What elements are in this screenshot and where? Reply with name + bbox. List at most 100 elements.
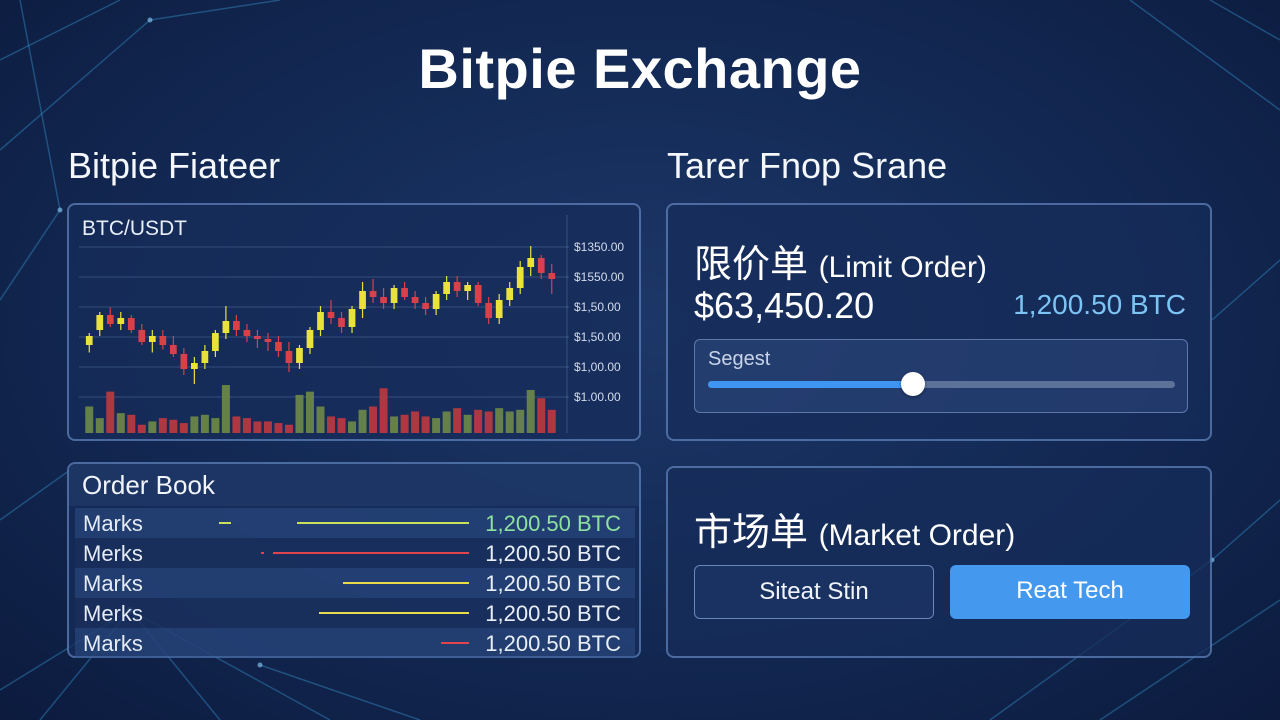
limit-order-panel: 限价单 (Limit Order) $63,450.20 1,200.50 BT… xyxy=(666,203,1212,441)
amount-slider[interactable] xyxy=(708,372,1175,396)
market-order-title: 市场单 (Market Order) xyxy=(694,501,1015,556)
volume-bar xyxy=(85,406,94,433)
order-book-depth-bar xyxy=(319,612,469,614)
market-order-panel: 市场单 (Market Order) Siteat Stin Reat Tech xyxy=(666,466,1212,658)
candle-body xyxy=(348,309,356,327)
order-book-row-quantity: 1,200.50 BTC xyxy=(485,541,621,566)
candle-body xyxy=(464,285,472,291)
volume-bar xyxy=(516,409,525,433)
order-book-rows: Marks 1,200.50 BTC Merks 1,200.50 BTC Ma… xyxy=(75,508,635,658)
volume-bar xyxy=(316,406,325,433)
secondary-order-button[interactable]: Siteat Stin xyxy=(694,565,934,619)
candle-body xyxy=(432,294,440,309)
candle-body xyxy=(453,282,461,291)
volume-bar xyxy=(369,406,378,433)
order-book-row[interactable]: Marks 1,200.50 BTC xyxy=(75,508,635,538)
candle-body xyxy=(254,336,261,339)
candle-body xyxy=(169,345,177,354)
volume-bar xyxy=(242,418,251,433)
market-order-title-latin: (Market Order) xyxy=(818,519,1016,552)
y-tick-label: $1,50.00 xyxy=(574,330,621,344)
candle-body xyxy=(443,282,450,294)
candle-body xyxy=(516,267,524,288)
y-tick-label: $1,50.00 xyxy=(574,300,621,314)
volume-bar xyxy=(200,414,209,433)
limit-order-title: 限价单 (Limit Order) xyxy=(694,233,987,288)
volume-bar xyxy=(348,421,357,433)
candle-body xyxy=(369,291,377,297)
volume-bar xyxy=(211,418,220,433)
candle-body xyxy=(527,258,535,267)
volume-bar xyxy=(411,411,420,433)
right-section-heading: Tarer Fnop Srane xyxy=(667,145,948,186)
order-book-row[interactable]: Marks 1,200.50 BTC xyxy=(75,568,635,598)
volume-bar xyxy=(148,421,157,433)
volume-bar xyxy=(358,409,367,433)
candle-body xyxy=(96,315,104,330)
candle-body xyxy=(159,336,167,345)
candle-body xyxy=(548,273,556,279)
order-book-depth-bar xyxy=(297,522,469,524)
primary-order-button[interactable]: Reat Tech xyxy=(950,565,1190,619)
order-book-row[interactable]: Merks 1,200.50 BTC xyxy=(75,598,635,628)
candle-body xyxy=(390,288,398,303)
candle-body xyxy=(222,321,230,333)
volume-bar xyxy=(421,416,430,433)
volume-bar xyxy=(158,418,167,433)
order-book-row-quantity: 1,200.50 BTC xyxy=(485,601,621,626)
candle-body xyxy=(191,363,198,369)
order-book-row-name: Marks xyxy=(83,511,143,536)
order-book-depth-bar xyxy=(273,552,469,554)
order-book-title: Order Book xyxy=(69,464,639,506)
candle-body xyxy=(201,351,209,363)
candle-body xyxy=(411,297,419,303)
slider-thumb[interactable] xyxy=(901,372,926,396)
y-tick-label: $1550.00 xyxy=(574,270,624,284)
volume-bar xyxy=(327,416,336,433)
candle-body xyxy=(264,339,272,342)
candle-body xyxy=(338,318,345,327)
candle-body xyxy=(117,318,125,324)
volume-bar xyxy=(116,413,125,433)
candle-body xyxy=(380,297,387,303)
candle-body xyxy=(127,318,135,330)
candle-body xyxy=(401,288,408,297)
trading-pair-label: BTC/USDT xyxy=(82,217,187,240)
volume-bar xyxy=(127,414,136,433)
candle-body xyxy=(212,333,219,351)
volume-bar xyxy=(253,421,262,433)
volume-bar xyxy=(547,409,556,433)
order-book-row[interactable]: Marks 1,200.50 BTC xyxy=(75,628,635,658)
candle-body xyxy=(138,330,146,342)
order-book-depth-bar xyxy=(261,552,264,554)
candle-body xyxy=(474,285,482,303)
candle-body xyxy=(306,330,314,348)
limit-order-title-cjk: 限价单 xyxy=(694,244,809,286)
candle-body xyxy=(327,312,335,318)
order-book-row-name: Marks xyxy=(83,571,143,596)
volume-bar xyxy=(463,414,472,433)
limit-order-title-latin: (Limit Order) xyxy=(818,251,987,284)
volume-bar xyxy=(190,416,199,433)
candle-body xyxy=(495,300,503,318)
candle-body xyxy=(285,351,293,363)
order-book-row-name: Merks xyxy=(83,601,143,626)
volume-bar xyxy=(537,398,546,433)
order-book-row-name: Merks xyxy=(83,541,143,566)
market-order-title-cjk: 市场单 xyxy=(694,512,809,554)
order-book-panel: Order Book Marks 1,200.50 BTC Merks 1,20… xyxy=(67,462,641,658)
slider-fill xyxy=(708,381,914,388)
y-tick-label: $1,00.00 xyxy=(574,360,621,374)
candle-body xyxy=(148,336,156,342)
candle-body xyxy=(275,342,282,351)
order-book-row[interactable]: Merks 1,200.50 BTC xyxy=(75,538,635,568)
candle-body xyxy=(359,291,366,309)
volume-bar xyxy=(495,408,504,433)
order-book-depth-bar xyxy=(219,522,231,524)
candle-body xyxy=(537,258,545,273)
candle-body xyxy=(506,288,514,300)
volume-bar xyxy=(221,385,230,433)
limit-quantity-value: 1,200.50 BTC xyxy=(1013,289,1186,320)
amount-slider-box: Segest xyxy=(694,339,1188,413)
candle-body xyxy=(317,312,324,330)
